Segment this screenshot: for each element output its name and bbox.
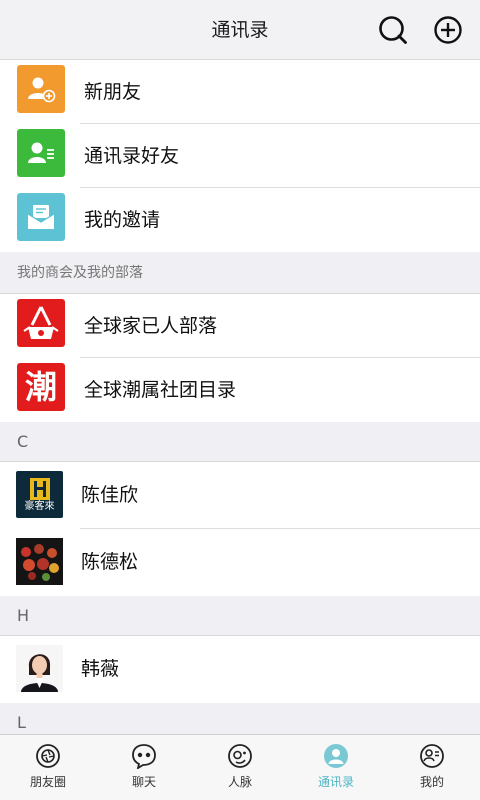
- tab-contacts[interactable]: 通讯录: [288, 735, 384, 800]
- contact-name: 陈德松: [81, 551, 139, 573]
- contact-name: 韩薇: [81, 658, 120, 680]
- new-friends-label: 新朋友: [84, 81, 142, 103]
- tribe-logo-icon: [17, 299, 65, 347]
- tab-moments[interactable]: 朋友圈: [0, 735, 96, 800]
- contact-book-friends-row[interactable]: 通讯录好友: [0, 124, 480, 188]
- food-photo-avatar: [16, 538, 63, 585]
- tab-me[interactable]: 我的: [384, 735, 480, 800]
- contact-book-friends-label: 通讯录好友: [84, 145, 180, 167]
- contacts-person-icon: [324, 744, 348, 768]
- profile-card-icon: [420, 744, 444, 768]
- logo-text: 豪客來: [24, 500, 55, 512]
- tab-network[interactable]: 人脉: [192, 735, 288, 800]
- index-letter-h: H: [0, 596, 480, 636]
- contact-card-icon: [17, 129, 65, 177]
- group-row[interactable]: 潮 全球潮属社团目录: [0, 358, 480, 422]
- index-letter-c: C: [0, 422, 480, 462]
- chao-character-logo-icon: 潮: [17, 363, 65, 411]
- bottom-tab-bar: 朋友圈 聊天 人脉 通讯录 我的: [0, 734, 480, 800]
- top-nav-bar: 通讯录: [0, 0, 480, 60]
- camera-aperture-icon: [36, 744, 60, 768]
- tab-label: 通讯录: [317, 775, 354, 789]
- page-title: 通讯录: [211, 19, 269, 41]
- index-letter-l: L: [0, 703, 480, 734]
- contacts-list[interactable]: 新朋友 通讯录好友 我的邀请 我的商会及我的部落 全球家已人部落 潮 全球潮属社…: [0, 60, 480, 734]
- contact-row[interactable]: 豪客來 陈佳欣: [0, 462, 480, 529]
- section-header-groups: 我的商会及我的部落: [0, 252, 480, 294]
- tab-label: 朋友圈: [29, 775, 66, 789]
- network-face-icon: [228, 744, 252, 768]
- tab-chat[interactable]: 聊天: [96, 735, 192, 800]
- tab-label: 人脉: [227, 775, 252, 789]
- add-friend-icon: [17, 65, 65, 113]
- contact-name: 陈佳欣: [81, 484, 139, 506]
- my-invitations-label: 我的邀请: [84, 209, 161, 231]
- chat-bubble-icon: [132, 744, 156, 769]
- woman-portrait-avatar: [16, 645, 63, 692]
- add-plus-icon[interactable]: [433, 15, 463, 45]
- group-row[interactable]: 全球家已人部落: [0, 294, 480, 358]
- hao-ke-lai-logo-avatar: 豪客來: [16, 471, 63, 518]
- contact-row[interactable]: 韩薇: [0, 636, 480, 703]
- group-name: 全球家已人部落: [84, 315, 218, 337]
- search-icon[interactable]: [378, 15, 408, 45]
- invitation-envelope-icon: [17, 193, 65, 241]
- chao-character: 潮: [24, 368, 57, 406]
- contact-row[interactable]: 陈德松: [0, 529, 480, 596]
- my-invitations-row[interactable]: 我的邀请: [0, 188, 480, 252]
- new-friends-row[interactable]: 新朋友: [0, 60, 480, 124]
- group-name: 全球潮属社团目录: [84, 379, 237, 401]
- tab-label: 聊天: [131, 775, 156, 789]
- tab-label: 我的: [419, 775, 444, 789]
